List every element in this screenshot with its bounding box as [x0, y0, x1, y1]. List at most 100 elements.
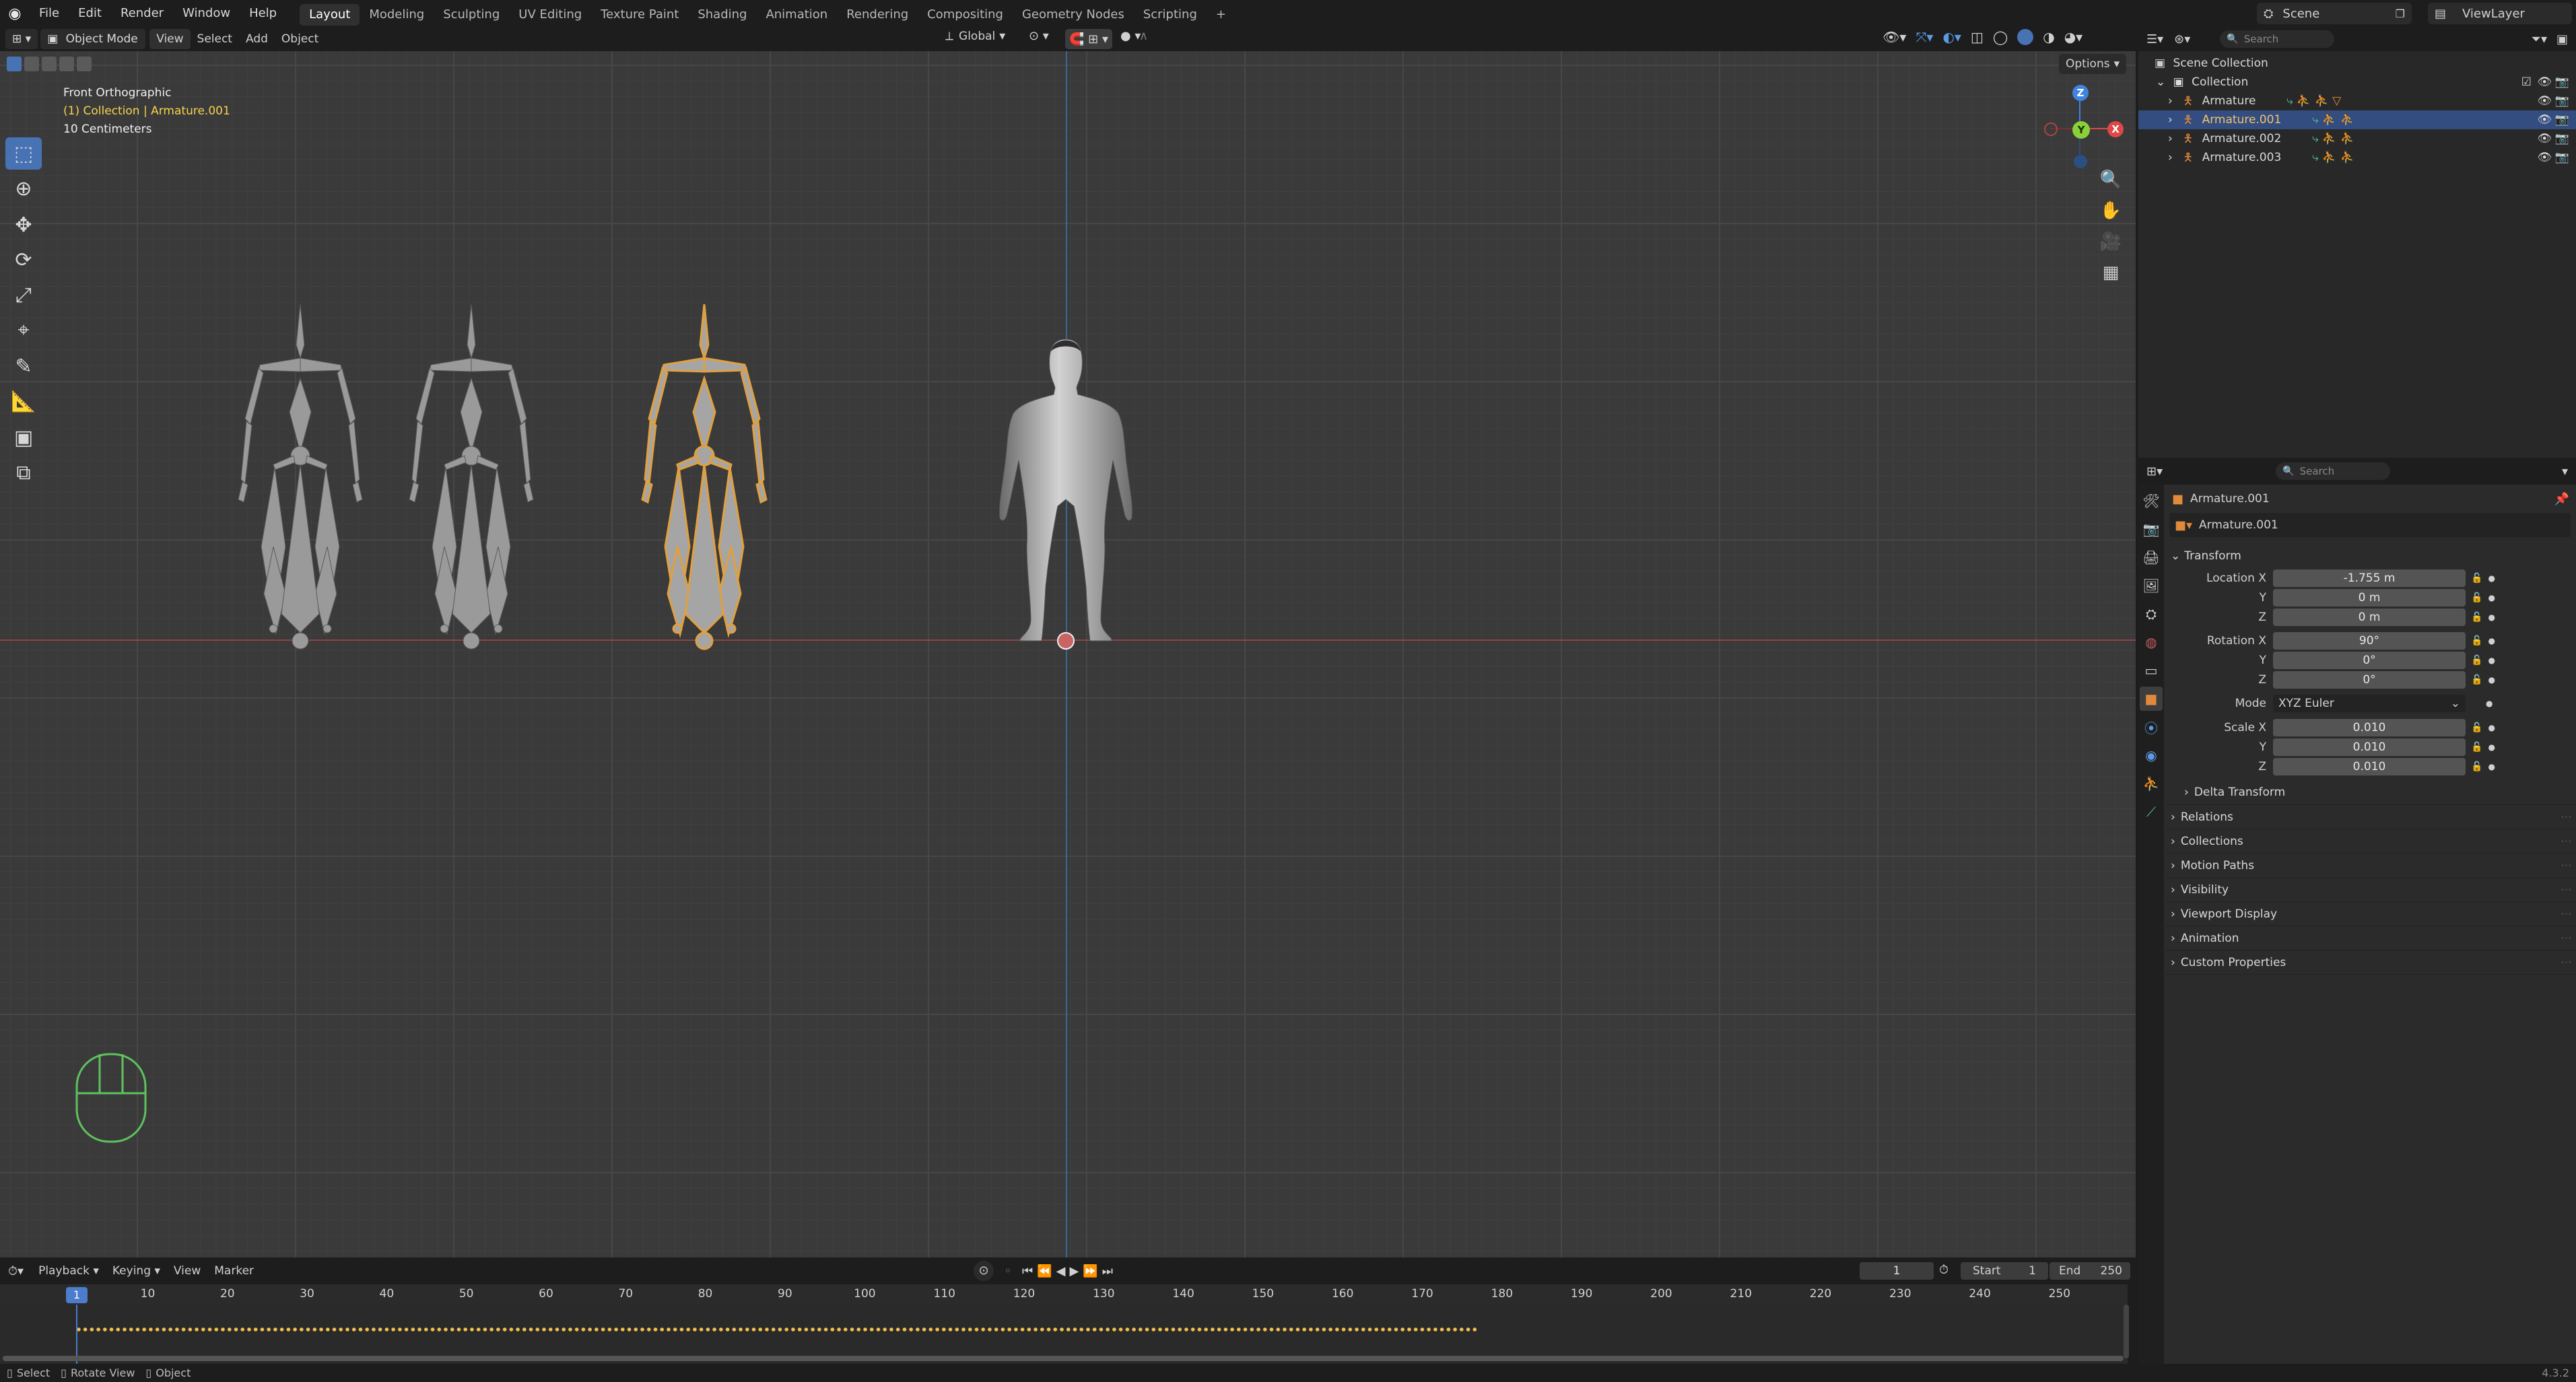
tab-compositing[interactable]: Compositing: [918, 4, 1013, 26]
3d-viewport[interactable]: Front Orthographic (1) Collection | Arma…: [0, 51, 2136, 1257]
object-name-field[interactable]: ■▾ Armature.001: [2169, 513, 2571, 537]
lock-icon[interactable]: 🔓: [2471, 761, 2482, 772]
chevron-down-icon[interactable]: ▾: [2562, 464, 2568, 479]
camera-render-icon[interactable]: 📷: [2555, 129, 2569, 148]
transform-orientation-dropdown[interactable]: ⟂ Global ▾: [945, 29, 1005, 43]
keyframe-dot-icon[interactable]: ●: [2488, 613, 2495, 622]
keyframe-dot-icon[interactable]: ●: [2488, 723, 2495, 732]
playhead-line[interactable]: [76, 1305, 77, 1364]
location-x-field[interactable]: -1.755 m: [2273, 569, 2466, 587]
menu-keying[interactable]: Keying ▾: [106, 1261, 167, 1281]
scale-z-field[interactable]: 0.010: [2273, 757, 2466, 775]
keyframe-dot-icon[interactable]: ●: [2486, 699, 2493, 708]
blender-logo-icon[interactable]: ◉: [0, 5, 30, 22]
end-frame-field[interactable]: End 250: [2049, 1262, 2130, 1280]
tab-layout[interactable]: Layout: [300, 4, 360, 26]
autokey-icon[interactable]: ⊙: [974, 1261, 994, 1281]
shading-solid-icon[interactable]: [2017, 29, 2034, 45]
shading-material-icon[interactable]: ◑: [2043, 29, 2054, 45]
location-y-field[interactable]: 0 m: [2273, 588, 2466, 607]
keyframe-dot-icon[interactable]: ●: [2488, 742, 2495, 752]
modifier-icons[interactable]: ⤷ ⛹ ⛹: [2312, 129, 2354, 148]
eye-icon[interactable]: 👁: [2537, 92, 2552, 110]
lock-icon[interactable]: 🔓: [2471, 592, 2482, 603]
camera-render-icon[interactable]: 📷: [2555, 92, 2569, 110]
rotation-x-field[interactable]: 90°: [2273, 631, 2466, 650]
tab-sculpting[interactable]: Sculpting: [434, 4, 509, 26]
tab-shading[interactable]: Shading: [688, 4, 756, 26]
rotation-z-field[interactable]: 0°: [2273, 670, 2466, 689]
menu-marker[interactable]: Marker: [207, 1261, 261, 1281]
modifier-tab-icon[interactable]: ⦿: [2140, 715, 2163, 739]
overlay-toggle-icon[interactable]: ◐▾: [1942, 29, 1961, 45]
transform-panel-header[interactable]: ⌄ Transform: [2165, 544, 2576, 568]
collection-row[interactable]: ⌄ ▣ Collection ☑ 👁 📷: [2138, 73, 2576, 92]
playhead-indicator[interactable]: 1: [66, 1287, 88, 1303]
scale-y-field[interactable]: 0.010: [2273, 738, 2466, 756]
tab-scripting[interactable]: Scripting: [1134, 4, 1207, 26]
start-frame-field[interactable]: Start 1: [1961, 1262, 2048, 1280]
tab-texture-paint[interactable]: Texture Paint: [591, 4, 688, 26]
camera-render-icon[interactable]: 📷: [2555, 148, 2569, 167]
shading-rendered-icon[interactable]: ◕▾: [2064, 29, 2083, 45]
panel-collections[interactable]: › Collections ⋯: [2165, 829, 2576, 854]
keyframe-dot-icon[interactable]: ●: [2488, 636, 2495, 646]
properties-search-input[interactable]: 🔍 Search: [2276, 462, 2391, 480]
keyframe-dot-icon[interactable]: ●: [2488, 593, 2495, 602]
keyframe-dot-icon[interactable]: ●: [2488, 762, 2495, 771]
pivot-dropdown[interactable]: ⊙ ▾: [1029, 29, 1049, 43]
gizmo-toggle-icon[interactable]: ⤧▾: [1916, 29, 1933, 45]
menu-file[interactable]: File: [30, 0, 69, 27]
play-reverse-icon[interactable]: ◀: [1056, 1264, 1066, 1278]
frame-ruler[interactable]: 10 20 30 40 50 60 70 80 90 100 110 120 130 140 150 160 1…: [0, 1284, 2128, 1305]
panel-custom-properties[interactable]: › Custom Properties ⋯: [2165, 951, 2576, 975]
lock-icon[interactable]: 🔓: [2471, 573, 2482, 584]
keying-set-icon[interactable]: ◦: [998, 1264, 1018, 1278]
proportional-falloff-icon[interactable]: ∧: [1139, 29, 1148, 43]
rotation-y-field[interactable]: 0°: [2273, 651, 2466, 669]
mode-dropdown[interactable]: ▣ Object Mode ▾: [40, 29, 146, 66]
properties-editor-icon[interactable]: ⊞▾: [2146, 464, 2163, 479]
bone-tab-icon[interactable]: ⟋: [2140, 800, 2163, 824]
expand-icon[interactable]: ›: [2168, 94, 2173, 108]
outliner-editor-icon[interactable]: ☰▾: [2146, 32, 2163, 46]
drag-handle-icon[interactable]: ⋯: [2561, 902, 2572, 926]
object-tab-icon[interactable]: ■: [2140, 687, 2163, 711]
modifier-icons[interactable]: ⤷ ⛹ ⛹: [2312, 110, 2354, 129]
tool-tab-icon[interactable]: 🛠: [2140, 489, 2163, 513]
timeline-editor-icon[interactable]: ⏱▾: [8, 1264, 24, 1278]
add-workspace-button[interactable]: +: [1207, 4, 1235, 26]
expand-icon[interactable]: ›: [2168, 151, 2173, 164]
next-keyframe-icon[interactable]: ⏩: [1083, 1264, 1097, 1278]
play-icon[interactable]: ▶: [1069, 1264, 1079, 1278]
camera-render-icon[interactable]: 📷: [2555, 110, 2569, 129]
eye-icon[interactable]: 👁: [2537, 73, 2552, 92]
panel-viewport-display[interactable]: › Viewport Display ⋯: [2165, 902, 2576, 926]
keyframe-diamonds[interactable]: [75, 1327, 1477, 1332]
eye-icon[interactable]: 👁: [2537, 110, 2552, 129]
menu-object[interactable]: Object: [275, 29, 325, 49]
timeline-scrollbar[interactable]: [3, 1356, 2124, 1361]
keyframe-track[interactable]: [0, 1305, 2128, 1364]
lock-icon[interactable]: 🔓: [2471, 742, 2482, 753]
expand-icon[interactable]: ⌄: [2156, 75, 2165, 89]
prev-keyframe-icon[interactable]: ⏪: [1037, 1264, 1052, 1278]
tab-geometry-nodes[interactable]: Geometry Nodes: [1013, 4, 1134, 26]
physics-tab-icon[interactable]: ◉: [2140, 743, 2163, 767]
menu-render[interactable]: Render: [111, 0, 173, 27]
filter-icon[interactable]: ⏷▾: [2532, 32, 2547, 46]
timeline-vscrollbar[interactable]: [2124, 1305, 2129, 1358]
pin-icon[interactable]: 📌: [2554, 492, 2569, 506]
visibility-icon[interactable]: 👁▾: [1883, 29, 1906, 45]
proportional-edit-toggle[interactable]: ● ▾: [1120, 29, 1141, 43]
rotation-mode-dropdown[interactable]: XYZ Euler ⌄: [2273, 695, 2466, 712]
viewlayer-selector[interactable]: ▤ ViewLayer: [2428, 3, 2572, 24]
checkbox-icon[interactable]: ☑: [2521, 73, 2532, 92]
current-frame-field[interactable]: 1: [1860, 1262, 1934, 1280]
keyframe-dot-icon[interactable]: ●: [2488, 675, 2495, 685]
scene-selector[interactable]: ⛭ Scene ❐: [2257, 3, 2412, 24]
outliner-item-armature-002[interactable]: › 🯅 Armature.002 ⤷ ⛹ ⛹ 👁 📷: [2138, 129, 2576, 148]
expand-icon[interactable]: ›: [2168, 113, 2173, 127]
lock-icon[interactable]: 🔓: [2471, 635, 2482, 646]
drag-handle-icon[interactable]: ⋯: [2561, 951, 2572, 975]
